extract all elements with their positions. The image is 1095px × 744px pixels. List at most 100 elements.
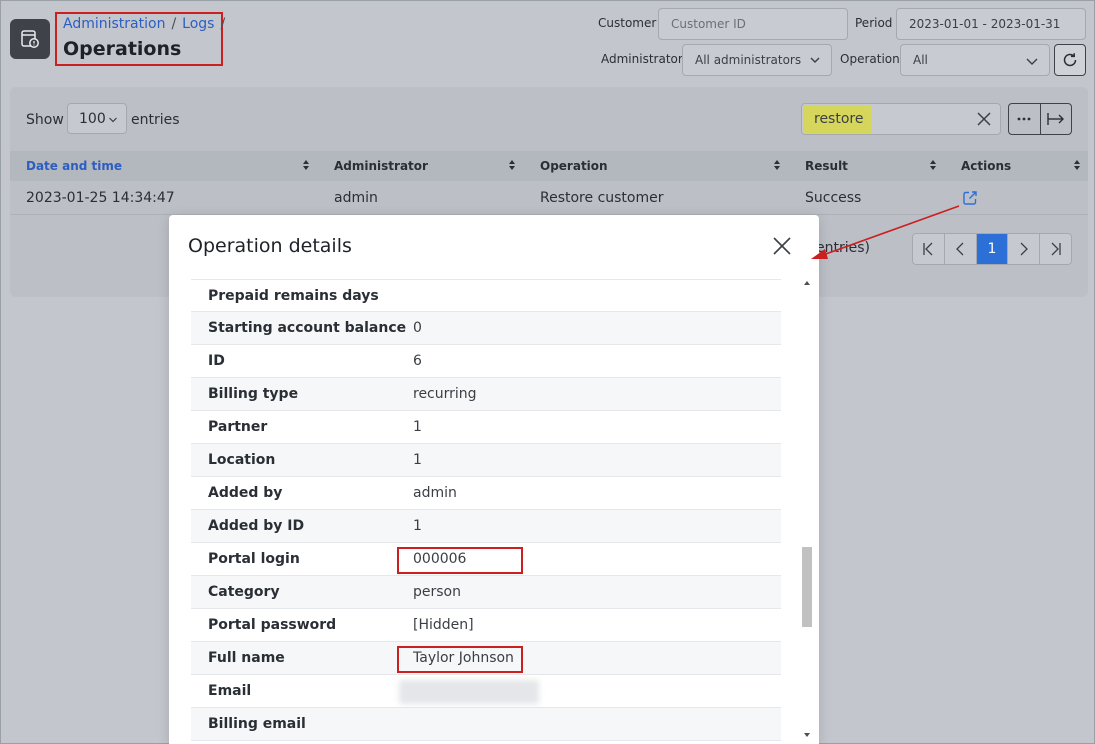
detail-key: Full name xyxy=(208,650,285,666)
row-result: Success xyxy=(805,190,862,206)
column-header-administrator[interactable]: Administrator xyxy=(334,159,428,173)
detail-key: ID xyxy=(208,353,225,369)
page-button-current[interactable]: 1 xyxy=(976,234,1009,264)
table-header: Date and time Administrator Operation Re… xyxy=(10,151,1088,181)
title-annotation-box: Administration / Logs / Operations xyxy=(55,12,225,66)
period-date-range-input[interactable]: 2023-01-01 - 2023-01-31 xyxy=(896,8,1086,40)
column-header-date[interactable]: Date and time xyxy=(26,159,122,173)
next-page-button[interactable] xyxy=(1008,234,1041,264)
page-size-value: 100 xyxy=(79,110,106,127)
detail-key: Category xyxy=(208,584,280,600)
column-header-actions: Actions xyxy=(961,159,1012,173)
detail-row: Portal login 000006 xyxy=(191,543,781,576)
last-page-button[interactable] xyxy=(1040,234,1071,264)
breadcrumb-separator: / xyxy=(220,16,226,32)
detail-row: Added by ID 1 xyxy=(191,510,781,543)
open-details-icon[interactable] xyxy=(962,190,978,206)
detail-key: Portal password xyxy=(208,617,337,633)
export-arrow-icon xyxy=(1047,113,1064,125)
detail-key: Billing type xyxy=(208,386,299,402)
detail-key: Partner xyxy=(208,419,268,435)
chevron-down-icon xyxy=(810,57,820,63)
sort-icon xyxy=(509,160,515,170)
detail-value: 6 xyxy=(413,353,422,369)
breadcrumb-separator: / xyxy=(171,16,177,32)
export-button[interactable] xyxy=(1041,104,1072,134)
detail-row: Partner 1 xyxy=(191,411,781,444)
breadcrumb-administration-link[interactable]: Administration xyxy=(63,16,165,32)
page-title: Operations xyxy=(63,38,182,60)
page-header: Administration / Logs / Operations Customer… xyxy=(1,1,1094,83)
pagination: 1 xyxy=(912,233,1072,265)
row-datetime: 2023-01-25 14:34:47 xyxy=(26,190,175,206)
detail-row: Billing email xyxy=(191,708,781,741)
detail-value: 1 xyxy=(413,518,422,534)
close-icon[interactable] xyxy=(773,237,791,255)
administrator-select[interactable]: All administrators xyxy=(682,44,832,76)
detail-value: admin xyxy=(413,485,457,501)
detail-row: ID 6 xyxy=(191,345,781,378)
scrollbar-thumb[interactable] xyxy=(802,547,812,627)
modal-scrollbar[interactable] xyxy=(799,277,813,743)
chevron-right-icon xyxy=(1020,242,1028,256)
detail-row: Location 1 xyxy=(191,444,781,477)
detail-value: 1 xyxy=(413,452,422,468)
entries-label: entries xyxy=(131,112,180,128)
detail-value: [Hidden] xyxy=(413,617,474,633)
pagination-info: entries) xyxy=(816,240,870,256)
column-header-operation[interactable]: Operation xyxy=(540,159,608,173)
detail-key: Portal login xyxy=(208,551,300,567)
show-label: Show xyxy=(26,112,64,128)
more-options-button[interactable] xyxy=(1009,104,1041,134)
detail-row: Starting account balance 0 xyxy=(191,312,781,345)
last-page-icon xyxy=(1051,242,1061,256)
sort-icon xyxy=(1074,160,1080,170)
portal-login-annotation-box xyxy=(397,547,523,574)
search-input[interactable]: restore xyxy=(801,103,1001,135)
more-dots-icon xyxy=(1017,117,1031,121)
previous-page-button[interactable] xyxy=(945,234,977,264)
details-list: Prepaid remains days Starting account ba… xyxy=(191,279,781,744)
chevron-down-icon xyxy=(109,117,117,123)
detail-row: Category person xyxy=(191,576,781,609)
refresh-button[interactable] xyxy=(1054,44,1086,76)
detail-value: 0 xyxy=(413,320,422,336)
detail-key: Prepaid remains days xyxy=(208,288,379,304)
detail-key: Billing email xyxy=(208,716,306,732)
sort-icon xyxy=(774,160,780,170)
sort-icon xyxy=(930,160,936,170)
detail-key: Added by ID xyxy=(208,518,305,534)
administrator-filter-label: Administrator xyxy=(601,52,683,66)
customer-id-placeholder: Customer ID xyxy=(671,17,746,31)
row-administrator: admin xyxy=(334,190,378,206)
first-page-icon xyxy=(923,242,933,256)
customer-id-input[interactable]: Customer ID xyxy=(658,8,848,40)
operation-select[interactable]: All xyxy=(900,44,1050,76)
detail-value: person xyxy=(413,584,461,600)
detail-row: Portal password [Hidden] xyxy=(191,609,781,642)
chevron-down-icon xyxy=(1026,58,1038,65)
detail-value: recurring xyxy=(413,386,477,402)
detail-row: Billing type recurring xyxy=(191,378,781,411)
breadcrumb: Administration / Logs / xyxy=(63,16,231,32)
chevron-left-icon xyxy=(956,242,964,256)
scroll-down-icon[interactable] xyxy=(803,731,811,739)
detail-key: Location xyxy=(208,452,276,468)
breadcrumb-logs-link[interactable]: Logs xyxy=(182,16,214,32)
column-header-result[interactable]: Result xyxy=(805,159,848,173)
full-name-annotation-box xyxy=(397,646,523,673)
clear-search-icon[interactable] xyxy=(977,112,991,126)
search-value: restore xyxy=(814,111,864,127)
customer-filter-label: Customer xyxy=(598,16,657,30)
period-filter-label: Period xyxy=(855,16,893,30)
operation-filter-label: Operation xyxy=(840,52,900,66)
operation-select-value: All xyxy=(913,53,928,67)
scroll-up-icon[interactable] xyxy=(803,279,811,287)
page-size-select[interactable]: 100 xyxy=(67,103,127,134)
row-operation: Restore customer xyxy=(540,190,664,206)
email-redacted-value xyxy=(399,680,539,704)
first-page-button[interactable] xyxy=(913,234,945,264)
detail-key: Starting account balance xyxy=(208,320,407,336)
operation-details-modal: Operation details Prepaid remains days S… xyxy=(169,215,819,744)
detail-key: Email xyxy=(208,683,252,699)
